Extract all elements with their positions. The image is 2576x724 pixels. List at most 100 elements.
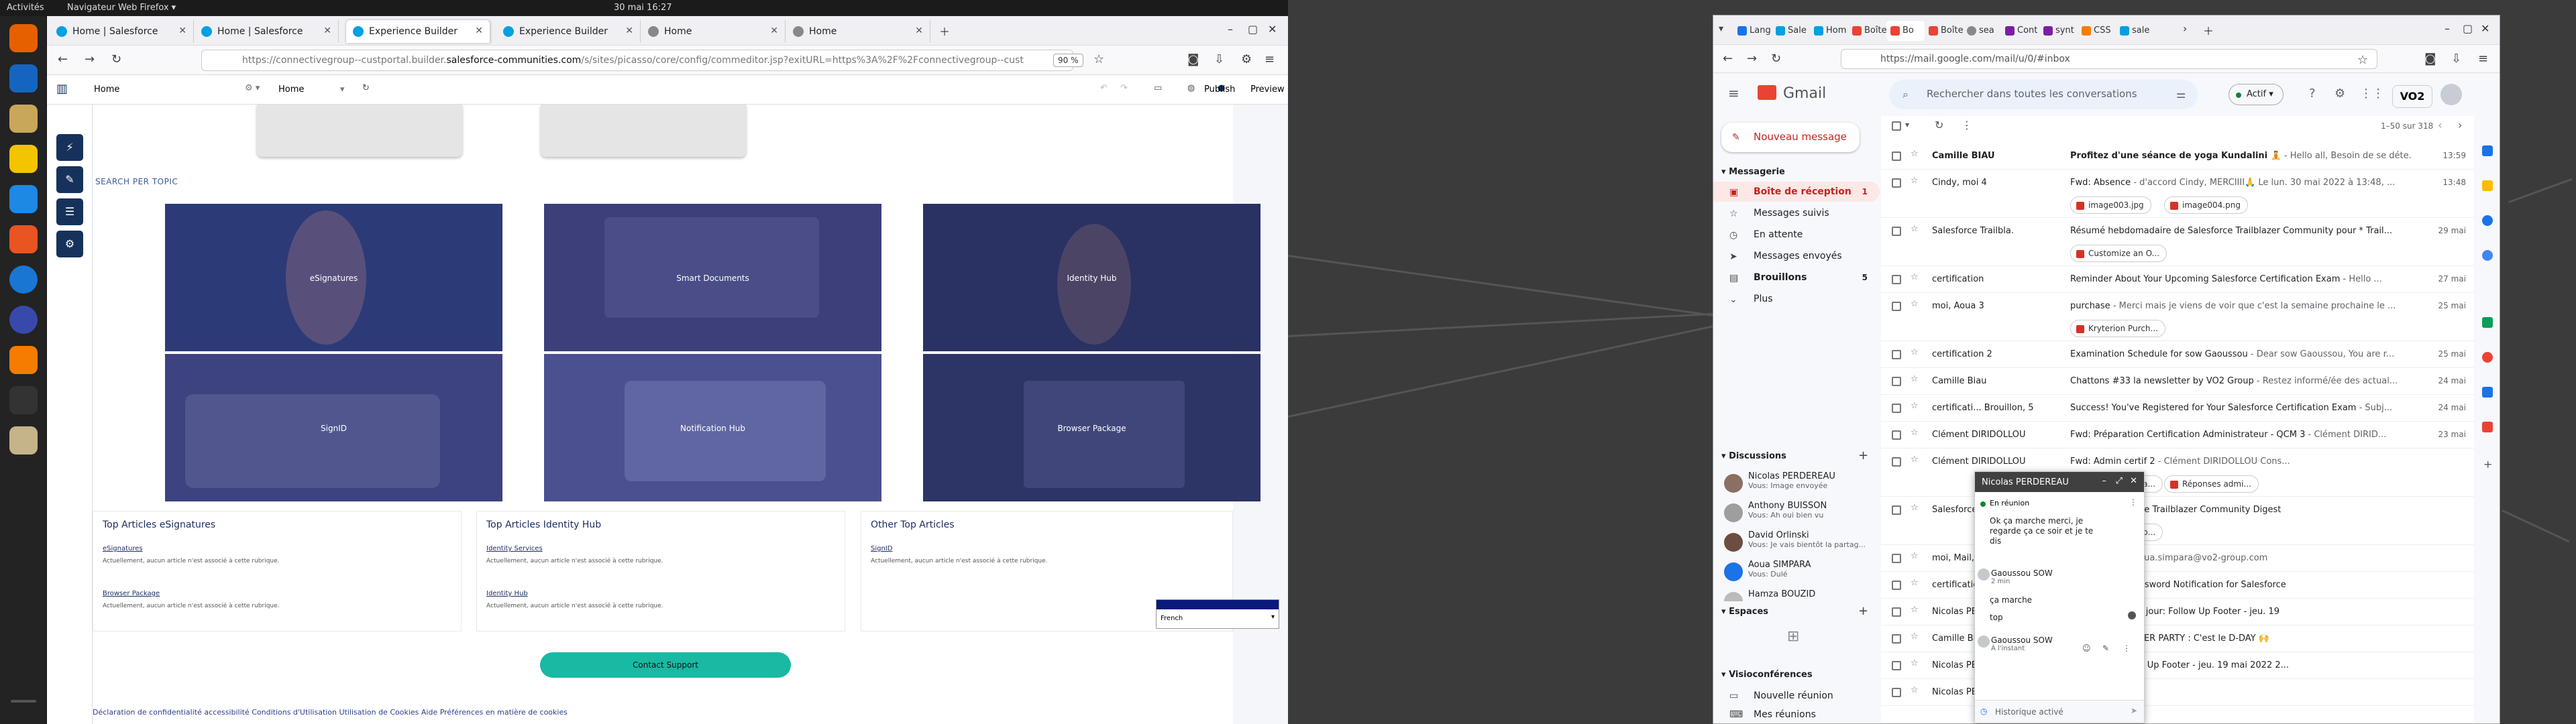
- table-row[interactable]: ☆Nicolas PERDEREAUInvitation mise à jour…: [1881, 599, 2474, 625]
- star-icon[interactable]: ☆: [1911, 685, 1919, 695]
- table-row[interactable]: ☆ Camille Biau Chattons #33 la newsletter …: [1881, 368, 2474, 395]
- star-icon[interactable]: ☆: [1911, 455, 1919, 465]
- thunderbird-icon[interactable]: [9, 64, 38, 93]
- chat-person[interactable]: Nicolas PERDEREAU Vous: Image envoyée: [1724, 471, 1878, 499]
- tab-sale[interactable]: Sale: [1772, 21, 1810, 41]
- tab-search[interactable]: sea: [1963, 21, 2001, 41]
- edit-icon[interactable]: ✎: [2102, 644, 2109, 653]
- close-icon[interactable]: ✕: [625, 25, 633, 36]
- chat-header[interactable]: Nicolas PERDEREAU – ⤢ ✕: [1975, 472, 2144, 492]
- tab-scroll-icon[interactable]: ›: [2183, 22, 2187, 35]
- addon-icon[interactable]: [2482, 352, 2493, 363]
- pop-out-icon[interactable]: ⤢: [2116, 476, 2123, 486]
- reload-icon[interactable]: ↻: [111, 52, 121, 66]
- star-icon[interactable]: ☆: [1911, 605, 1919, 615]
- chevron-down-icon[interactable]: ▾: [1905, 120, 1909, 129]
- tab-boite-active[interactable]: Bo: [1886, 21, 1925, 41]
- send-icon[interactable]: ➤: [2131, 706, 2137, 715]
- download-icon[interactable]: ⇩: [1214, 52, 1224, 66]
- tile-smart-documents[interactable]: Smart Documents: [544, 204, 881, 351]
- tab-home-salesforce-1[interactable]: Home | Salesforce ✕: [50, 20, 194, 43]
- sublime-icon[interactable]: [9, 346, 38, 374]
- close-icon[interactable]: ✕: [323, 25, 331, 36]
- chat-person[interactable]: Anthony BUISSON Vous: Ah oui bien vu: [1724, 501, 1878, 529]
- star-icon[interactable]: ☆: [1911, 578, 1919, 588]
- row-checkbox[interactable]: [1892, 607, 1901, 617]
- chevron-left-icon[interactable]: ‹: [2438, 119, 2442, 131]
- archive-icon[interactable]: [9, 426, 38, 455]
- star-icon[interactable]: ☆: [1911, 272, 1919, 282]
- help-icon[interactable]: ?: [2309, 86, 2316, 101]
- addon-icon[interactable]: [2482, 387, 2493, 398]
- attachment-chip[interactable]: Réponses admi...: [2164, 475, 2259, 493]
- more-vert-icon[interactable]: ⋮: [1962, 119, 1972, 131]
- select-all-checkbox[interactable]: [1892, 121, 1901, 131]
- tab-list-icon[interactable]: ▾: [1719, 23, 1723, 34]
- tab-cont[interactable]: Cont: [2001, 21, 2039, 41]
- redo-icon[interactable]: ↷: [1120, 83, 1128, 93]
- writer-icon[interactable]: [9, 185, 38, 213]
- url-bar[interactable]: https://mail.google.com/mail/u/0/#inbox: [1841, 49, 2377, 69]
- undo-icon[interactable]: ↶: [1100, 83, 1108, 93]
- tab-css[interactable]: CSS: [2078, 21, 2116, 41]
- row-checkbox[interactable]: [1892, 505, 1901, 515]
- forward-icon[interactable]: →: [85, 52, 95, 66]
- contacts-icon[interactable]: [2482, 250, 2493, 261]
- tab-home-salesforce-2[interactable]: Home | Salesforce ✕: [195, 20, 339, 43]
- table-row[interactable]: ☆ Clément DIRIDOLLOU Fwd: Préparation Cert…: [1881, 422, 2474, 448]
- search-options-icon[interactable]: ⚌: [2176, 88, 2186, 101]
- show-apps-icon[interactable]: [11, 700, 36, 703]
- row-checkbox[interactable]: [1892, 554, 1901, 563]
- row-checkbox[interactable]: [1892, 227, 1901, 236]
- table-row[interactable]: ☆ moi, Aoua 3 purchase - Merci mais je vie…: [1881, 293, 2474, 341]
- rhythmbox-icon[interactable]: [9, 145, 38, 173]
- tile-browser-package[interactable]: Browser Package: [923, 354, 1260, 501]
- article-link[interactable]: Identity Hub: [486, 590, 835, 597]
- pages-list-icon[interactable]: ☰: [56, 198, 83, 225]
- new-tab-button[interactable]: ＋: [2203, 22, 2214, 38]
- article-link[interactable]: Browser Package: [103, 590, 451, 597]
- table-row[interactable]: ☆ Cindy, moi 4 Fwd: Absence - d'accord Cin…: [1881, 170, 2474, 218]
- minimize-icon[interactable]: –: [2102, 476, 2107, 486]
- nav-snoozed[interactable]: En attente: [1713, 225, 1880, 245]
- emoji-icon[interactable]: ☺: [2082, 644, 2091, 653]
- table-row[interactable]: ☆ certification Webassessor Password Notif…: [1881, 572, 2474, 599]
- search-input[interactable]: Rechercher dans toutes les conversations: [1889, 80, 2198, 109]
- mail-section-header[interactable]: ▾ Messagerie: [1721, 167, 1785, 177]
- tab-home-1[interactable]: Home ✕: [641, 20, 786, 43]
- nav-more[interactable]: Plus: [1713, 289, 1880, 309]
- row-checkbox[interactable]: [1892, 634, 1901, 644]
- star-icon[interactable]: ☆: [1911, 299, 1919, 309]
- compose-button[interactable]: Nouveau message: [1721, 123, 1860, 152]
- star-icon[interactable]: ☆: [1911, 176, 1919, 186]
- attachment-chip[interactable]: Kryterion Purch...: [2070, 320, 2165, 337]
- settings-gear-icon[interactable]: ⚙: [2334, 86, 2345, 101]
- close-icon[interactable]: ✕: [178, 25, 186, 36]
- device-icon[interactable]: ▭: [1154, 83, 1162, 93]
- star-icon[interactable]: ☆: [1911, 347, 1919, 357]
- close-icon[interactable]: ✕: [915, 25, 923, 36]
- close-window-button[interactable]: ✕: [2481, 22, 2489, 35]
- software-icon[interactable]: [9, 225, 38, 253]
- minimize-button[interactable]: –: [1228, 23, 1233, 36]
- star-icon[interactable]: ☆: [1911, 149, 1919, 159]
- app-menu[interactable]: Navigateur Web Firefox ▾: [67, 3, 176, 13]
- row-checkbox[interactable]: [1892, 377, 1901, 386]
- star-icon[interactable]: ☆: [1911, 631, 1919, 642]
- tab-home-2[interactable]: Home ✕: [786, 20, 930, 43]
- refresh-icon[interactable]: ↻: [1935, 119, 1943, 131]
- terminal-icon[interactable]: [9, 386, 38, 414]
- row-checkbox[interactable]: [1892, 661, 1901, 670]
- meet-section-header[interactable]: ▾ Visioconférences: [1721, 670, 1813, 680]
- tab-synt[interactable]: synt: [2039, 21, 2078, 41]
- add-discussion-icon[interactable]: +: [1858, 448, 1868, 463]
- tab-experience-builder-2[interactable]: Experience Builder ✕: [496, 20, 641, 43]
- menu-icon[interactable]: ≡: [2478, 52, 2488, 66]
- row-checkbox[interactable]: [1892, 178, 1901, 188]
- table-row[interactable]: ☆ Clément DIRIDOLLOU Fwd: Admin certif 2 -…: [1881, 448, 2474, 497]
- tile-identity-hub[interactable]: Identity Hub: [923, 204, 1260, 351]
- chat-person[interactable]: David Orlinski Vous: Je vais bientôt la p…: [1724, 530, 1878, 558]
- close-icon[interactable]: ✕: [770, 25, 778, 36]
- pocket-icon[interactable]: ◙: [1187, 52, 1199, 66]
- chevron-right-icon[interactable]: ›: [2458, 119, 2462, 131]
